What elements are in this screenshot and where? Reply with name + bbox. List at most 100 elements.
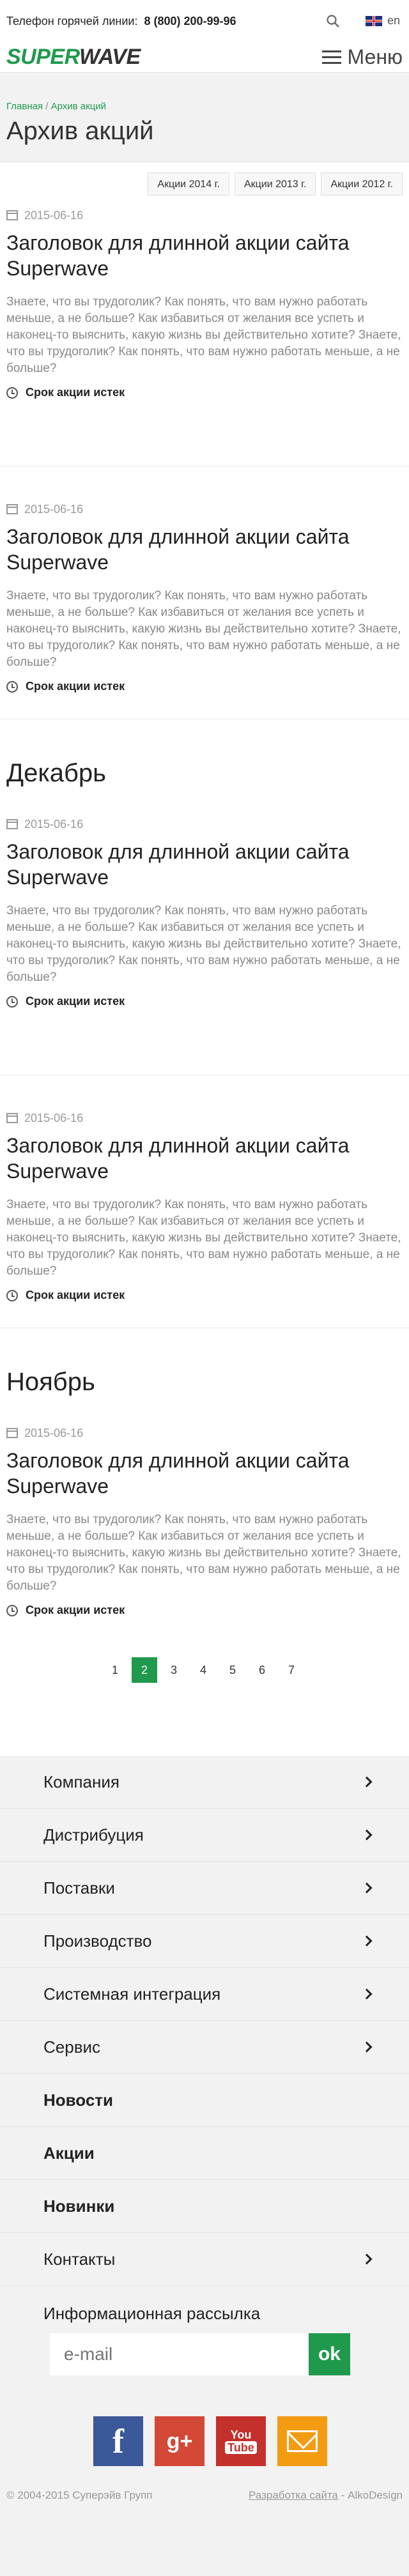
site-footer: Компания Дистрибуция Поставки Производст… xyxy=(0,1756,409,2576)
clock-icon xyxy=(6,995,18,1008)
page-link-7[interactable]: 7 xyxy=(279,1657,304,1683)
footer-nav-contacts[interactable]: Контакты xyxy=(0,2233,409,2286)
youtube-icon-tube: Tube xyxy=(225,2441,257,2454)
promo-date-text: 2015-06-16 xyxy=(24,1111,84,1124)
filter-2014-button[interactable]: Акции 2014 г. xyxy=(148,172,229,195)
newsletter-title: Информационная рассылка xyxy=(43,2304,261,2323)
filter-2012-button[interactable]: Акции 2012 г. xyxy=(321,172,403,195)
chevron-right-icon xyxy=(361,1776,373,1788)
promo-date: 2015-06-16 xyxy=(6,1108,403,1128)
calendar-icon xyxy=(6,210,18,220)
promo-text: Знаете, что вы трудоголик? Как понять, ч… xyxy=(6,589,401,669)
chevron-right-icon xyxy=(361,2041,373,2053)
promo-title[interactable]: Заголовок для длинной акции сайта Superw… xyxy=(6,230,403,281)
promo-title[interactable]: Заголовок для длинной акции сайта Superw… xyxy=(6,1448,403,1499)
promo-expired: Срок акции истек xyxy=(6,386,403,399)
footer-nav-label: Акции xyxy=(43,2143,95,2163)
footer-nav-label: Новости xyxy=(43,2090,114,2110)
developer-name: AlkoDesign xyxy=(348,2489,403,2501)
promo-title[interactable]: Заголовок для длинной акции сайта Superw… xyxy=(6,839,403,890)
calendar-icon xyxy=(6,504,18,514)
promo-expired-text: Срок акции истек xyxy=(26,386,125,399)
promo-date-text: 2015-06-16 xyxy=(24,817,84,831)
promo-card: 2015-06-16 Заголовок для длинной акции с… xyxy=(0,815,409,1008)
month-heading-december: Декабрь xyxy=(6,759,106,787)
page-link-5[interactable]: 5 xyxy=(220,1657,245,1683)
promo-title[interactable]: Заголовок для длинной акции сайта Superw… xyxy=(6,524,403,575)
promo-expired-text: Срок акции истек xyxy=(26,1289,125,1301)
copyright: © 2004-2015 Суперэйв Групп xyxy=(6,2489,153,2501)
footer-nav-promos[interactable]: Акции xyxy=(0,2127,409,2180)
menu-button[interactable]: Меню xyxy=(321,45,403,69)
promo-expired: Срок акции истек xyxy=(6,995,403,1008)
developer-credit: Разработка сайта - AlkoDesign xyxy=(249,2489,403,2502)
breadcrumb-current[interactable]: Архив акций xyxy=(51,101,106,112)
footer-nav-production[interactable]: Производство xyxy=(0,1915,409,1968)
promo-card: 2015-06-16 Заголовок для длинной акции с… xyxy=(0,1108,409,1302)
facebook-icon[interactable]: f xyxy=(93,2416,143,2466)
footer-nav-supplies[interactable]: Поставки xyxy=(0,1862,409,1915)
promo-text: Знаете, что вы трудоголик? Как понять, ч… xyxy=(6,904,401,984)
page-link-3[interactable]: 3 xyxy=(161,1657,187,1683)
promo-card: 2015-06-16 Заголовок для длинной акции с… xyxy=(0,1423,409,1617)
promo-date-text: 2015-06-16 xyxy=(24,502,84,516)
social-links: f g+ You Tube xyxy=(93,2416,409,2466)
promo-date: 2015-06-16 xyxy=(6,500,403,519)
filter-2013-button[interactable]: Акции 2013 г. xyxy=(234,172,316,195)
year-filters: Акции 2014 г. Акции 2013 г. Акции 2012 г… xyxy=(0,162,409,206)
pagination: 1 2 3 4 5 6 7 xyxy=(102,1657,304,1683)
language-switch[interactable]: en xyxy=(366,14,400,27)
promo-expired-text: Срок акции истек xyxy=(26,995,125,1008)
language-label: en xyxy=(387,14,401,27)
page-link-2-active[interactable]: 2 xyxy=(132,1657,157,1683)
promo-date: 2015-06-16 xyxy=(6,1423,403,1443)
promo-expired-text: Срок акции истек xyxy=(26,680,125,693)
footer-nav-system-integration[interactable]: Системная интеграция xyxy=(0,1968,409,2021)
hamburger-icon xyxy=(321,50,341,65)
footer-nav-label: Дистрибуция xyxy=(43,1825,144,1844)
promo-card: 2015-06-16 Заголовок для длинной акции с… xyxy=(0,500,409,693)
calendar-icon xyxy=(6,1113,18,1123)
footer-nav-new-products[interactable]: Новинки xyxy=(0,2180,409,2233)
developer-link[interactable]: Разработка сайта xyxy=(249,2489,338,2501)
promo-date: 2015-06-16 xyxy=(6,206,403,225)
page-link-4[interactable]: 4 xyxy=(190,1657,216,1683)
footer-nav-label: Поставки xyxy=(43,1878,115,1897)
footer-nav-distribution[interactable]: Дистрибуция xyxy=(0,1809,409,1862)
footer-nav-label: Сервис xyxy=(43,2037,101,2057)
top-bar: Телефон горячей линии: 8 (800) 200-99-96… xyxy=(0,0,409,42)
developer-separator: - xyxy=(337,2489,348,2501)
breadcrumb-separator: / xyxy=(45,101,49,112)
menu-label: Меню xyxy=(347,45,403,68)
chevron-right-icon xyxy=(361,1882,373,1894)
promo-date: 2015-06-16 xyxy=(6,815,403,834)
clock-icon xyxy=(6,1604,18,1616)
footer-nav-label: Контакты xyxy=(43,2249,116,2269)
promo-card: 2015-06-16 Заголовок для длинной акции с… xyxy=(0,206,409,399)
footer-nav-company[interactable]: Компания xyxy=(0,1756,409,1809)
mail-icon[interactable] xyxy=(277,2416,327,2466)
promo-title[interactable]: Заголовок для длинной акции сайта Superw… xyxy=(6,1133,403,1184)
footer-nav-service[interactable]: Сервис xyxy=(0,2021,409,2074)
promo-text: Знаете, что вы трудоголик? Как понять, ч… xyxy=(6,1513,401,1593)
page-link-1[interactable]: 1 xyxy=(102,1657,128,1683)
hotline-phone[interactable]: 8 (800) 200-99-96 xyxy=(144,15,236,28)
chevron-right-icon xyxy=(361,1829,373,1841)
promo-date-text: 2015-06-16 xyxy=(24,1426,84,1439)
footer-nav-news[interactable]: Новости xyxy=(0,2074,409,2127)
clock-icon xyxy=(6,680,18,693)
breadcrumb: Главная / Архив акций xyxy=(6,101,403,112)
superwave-logo[interactable]: SUPERWAVE xyxy=(6,45,141,70)
youtube-icon[interactable]: You Tube xyxy=(216,2416,266,2466)
footer-nav-label: Системная интеграция xyxy=(43,1984,221,2004)
google-plus-icon[interactable]: g+ xyxy=(155,2416,204,2466)
envelope-icon xyxy=(287,2430,318,2452)
page-link-6[interactable]: 6 xyxy=(249,1657,275,1683)
newsletter-email-input[interactable] xyxy=(50,2333,309,2375)
breadcrumb-home[interactable]: Главная xyxy=(6,101,43,112)
footer-nav-label: Производство xyxy=(43,1931,152,1951)
search-icon[interactable] xyxy=(326,14,340,28)
page-title: Архив акций xyxy=(6,117,154,145)
promo-expired: Срок акции истек xyxy=(6,1289,403,1302)
newsletter-submit-button[interactable]: ok xyxy=(309,2333,350,2375)
